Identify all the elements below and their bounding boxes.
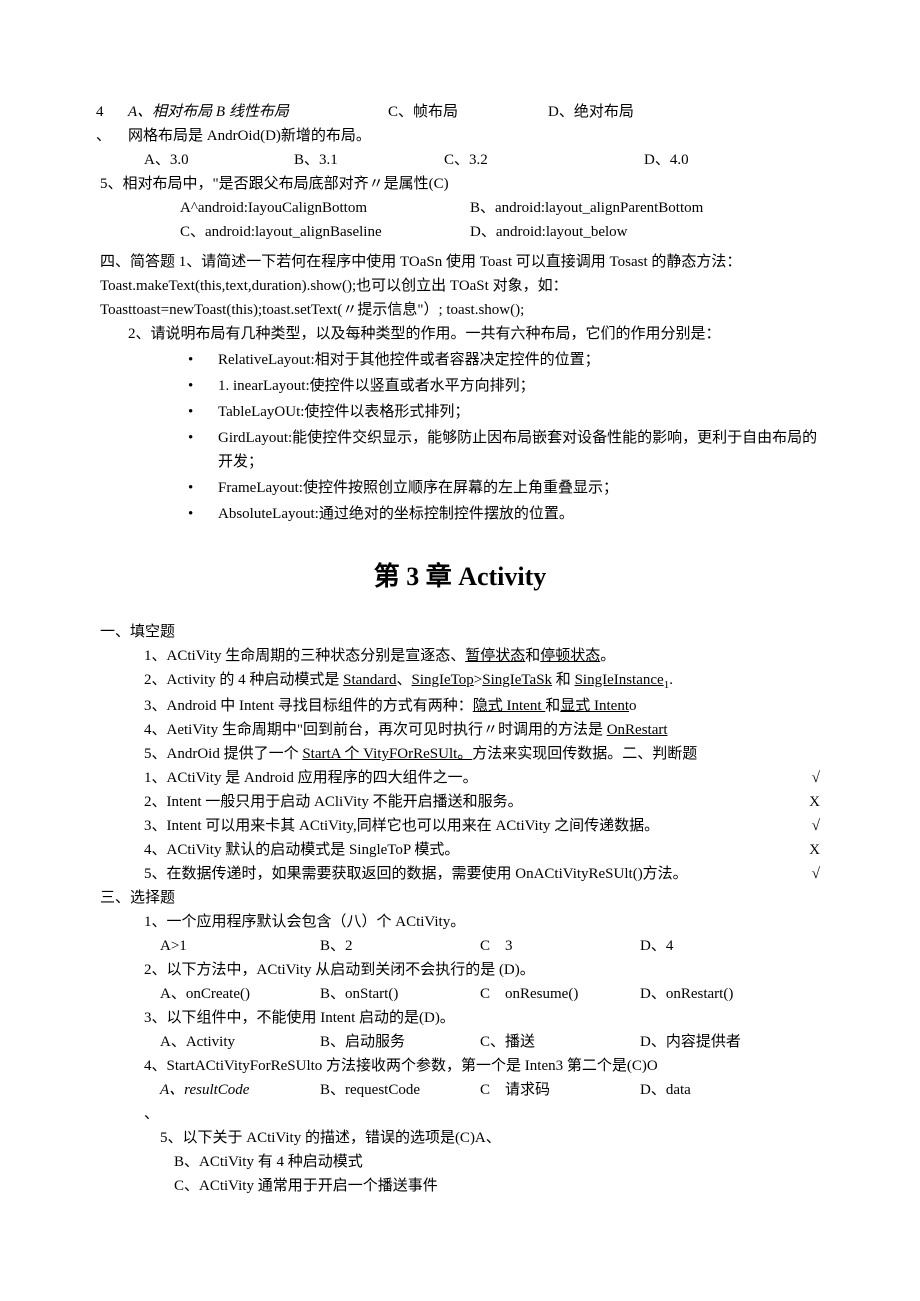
short-l4: 2、请说明布局有几种类型，以及每种类型的作用。一共有六种布局，它们的作用分别是： — [100, 322, 820, 346]
bullet-5: •FrameLayout:使控件按照创立顺序在屏幕的左上角重叠显示； — [100, 476, 820, 500]
q4-o2a: A、3.0 — [144, 148, 294, 172]
q5-c: C、android:layout_alignBaseline — [180, 220, 470, 244]
judge-4: 4、ACtiVity 默认的启动模式是 SingleToP 模式。X — [100, 838, 820, 862]
cq2-opts: A、onCreate()B、onStart()C onResume()D、onR… — [100, 982, 820, 1006]
cq5: 5、以下关于 ACtiVity 的描述，错误的选项是(C)A、 — [100, 1126, 820, 1150]
bullet-6: •AbsoluteLayout:通过绝对的坐标控制控件摆放的位置。 — [100, 502, 820, 526]
fill-3: 3、Android 中 Intent 寻找目标组件的方式有两种：隐式 Inten… — [100, 694, 820, 718]
q4-number: 4 — [96, 100, 104, 124]
cq2: 2、以下方法中，ACtiVity 从启动到关闭不会执行的是 (D)。 — [100, 958, 820, 982]
cq4-opts: A、resultCodeB、requestCodeC 请求码D、data — [100, 1078, 820, 1102]
short-l1: 四、简答题 1、请简述一下若何在程序中使用 TOaSn 使用 Toast 可以直… — [100, 250, 820, 274]
short-l3: Toasttoast=newToast(this);toast.setText(… — [100, 298, 820, 322]
judge-3: 3、Intent 可以用来卡其 ACtiVity,同样它也可以用来在 ACtiV… — [100, 814, 820, 838]
cq3: 3、以下组件中，不能使用 Intent 启动的是(D)。 — [100, 1006, 820, 1030]
q4-o2b: B、3.1 — [294, 148, 444, 172]
cq5b: B、ACtiVity 有 4 种启动模式 — [100, 1150, 820, 1174]
q4-o2c: C、3.2 — [444, 148, 644, 172]
bullet-1: •RelativeLayout:相对于其他控件或者容器决定控件的位置； — [100, 348, 820, 372]
cq1: 1、一个应用程序默认会包含（八）个 ACtiVity。 — [100, 910, 820, 934]
q4-prefix: 、 — [96, 124, 111, 148]
q5-a: A^android:IayouCalignBottom — [180, 196, 470, 220]
q5-row2: C、android:layout_alignBaseline D、android… — [100, 220, 820, 244]
cq3-opts: A、ActivityB、启动服务C、播送D、内容提供者 — [100, 1030, 820, 1054]
cq1-opts: A>1B、2C 3D、4 — [100, 934, 820, 958]
q4-row2: 、 网格布局是 AndrOid(D)新增的布局。 — [100, 124, 820, 148]
q4-opt-a: A、相对布局 B 线性布局 — [128, 100, 388, 124]
fill-2: 2、Activity 的 4 种启动模式是 Standard、SingIeTop… — [100, 668, 820, 695]
fill-1: 1、ACtiVity 生命周期的三种状态分别是宣逐态、暂停状态和停顿状态。 — [100, 644, 820, 668]
cq5c: C、ACtiVity 通常用于开启一个播送事件 — [100, 1174, 820, 1198]
fill-head: 一、填空题 — [100, 620, 820, 644]
q4-row1: 4 A、相对布局 B 线性布局 C、帧布局 D、绝对布局 — [100, 100, 820, 124]
chapter-title: 第 3 章 Activity — [100, 556, 820, 598]
bullet-2: •1. inearLayout:使控件以竖直或者水平方向排列； — [100, 374, 820, 398]
q5-b: B、android:layout_alignParentBottom — [470, 196, 703, 220]
fill-5: 5、AndrOid 提供了一个 StartA 个 VityFOrReSUlt。方… — [100, 742, 820, 766]
bullet-4: •GirdLayout:能使控件交织显示，能够防止因布局嵌套对设备性能的影响，更… — [100, 426, 820, 474]
q4-opts2: A、3.0 B、3.1 C、3.2 D、4.0 — [100, 148, 820, 172]
q4-line2: 网格布局是 AndrOid(D)新增的布局。 — [128, 124, 371, 148]
bullet-3: •TableLayOUt:使控件以表格形式排列； — [100, 400, 820, 424]
judge-1: 1、ACtiVity 是 Android 应用程序的四大组件之一。√ — [100, 766, 820, 790]
judge-5: 5、在数据传递时，如果需要获取返回的数据，需要使用 OnACtiVityReSU… — [100, 862, 820, 886]
q5-d: D、android:layout_below — [470, 220, 627, 244]
judge-2: 2、Intent 一般只用于启动 ACliVity 不能开启播送和服务。X — [100, 790, 820, 814]
cq4: 4、StartACtiVityForReSUlto 方法接收两个参数，第一个是 … — [100, 1054, 820, 1078]
short-l2: Toast.makeText(this,text,duration).show(… — [100, 274, 820, 298]
q4-opt-d: D、绝对布局 — [548, 100, 820, 124]
choice-head: 三、选择题 — [100, 886, 820, 910]
q4-o2d: D、4.0 — [644, 148, 689, 172]
q4-opt-c: C、帧布局 — [388, 100, 548, 124]
cq4-tail: 、 — [100, 1102, 820, 1126]
fill-4: 4、AetiVity 生命周期中"回到前台，再次可见时执行〃时调用的方法是 On… — [100, 718, 820, 742]
q5-stem: 5、相对布局中，"是否跟父布局底部对齐〃是属性(C) — [100, 172, 820, 196]
q5-row1: A^android:IayouCalignBottom B、android:la… — [100, 196, 820, 220]
